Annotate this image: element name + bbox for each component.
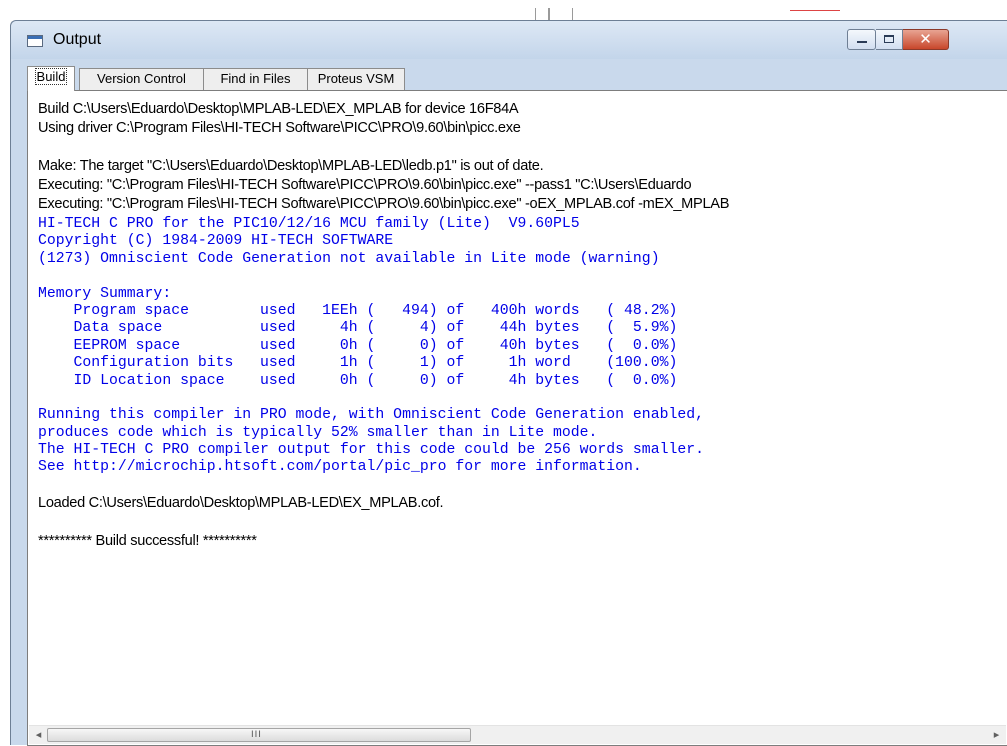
log-line: Running this compiler in PRO mode, with … [38,407,704,424]
build-output-pane[interactable]: Build C:\Users\Eduardo\Desktop\MPLAB-LED… [27,90,1007,746]
log-line: Make: The target "C:\Users\Eduardo\Deskt… [38,158,544,174]
log-line: The HI-TECH C PRO compiler output for th… [38,442,704,459]
scrollbar-thumb[interactable]: III [47,728,471,742]
background-divider [548,8,550,20]
title-bar[interactable]: Output ✕ [11,21,1007,59]
minimize-button[interactable] [847,29,876,50]
log-line: Memory Summary: [38,285,172,302]
background-divider [535,8,536,20]
output-window: Output ✕ Build Version Control Find in F… [10,20,1007,746]
log-line: HI-TECH C PRO for the PIC10/12/16 MCU fa… [38,216,580,232]
grip-icon: III [251,730,262,740]
close-button[interactable]: ✕ [903,29,949,50]
log-line: Using driver C:\Program Files\HI-TECH So… [38,120,521,136]
maximize-button[interactable] [876,29,903,50]
tab-version-control[interactable]: Version Control [79,68,204,90]
log-line: Copyright (C) 1984-2009 HI-TECH SOFTWARE [38,233,394,250]
background-divider [572,8,573,20]
close-icon: ✕ [919,30,932,48]
minimize-icon [857,41,867,43]
log-line: ********** Build successful! ********** [38,532,257,549]
tab-proteus-vsm[interactable]: Proteus VSM [307,68,405,90]
log-line: Program space used 1EEh ( 494) of 400h w… [38,302,678,319]
scroll-left-arrow-icon[interactable]: ◂ [31,728,46,742]
log-line: Loaded C:\Users\Eduardo\Desktop\MPLAB-LE… [38,494,444,511]
background-accent [790,10,840,11]
log-line: Data space used 4h ( 4) of 44h bytes ( 5… [38,320,678,337]
maximize-icon [884,35,894,43]
log-line: Executing: "C:\Program Files\HI-TECH Sof… [38,177,692,193]
output-window-icon [27,35,43,47]
window-title: Output [53,31,102,48]
log-line: Build C:\Users\Eduardo\Desktop\MPLAB-LED… [38,101,519,117]
log-line: Configuration bits used 1h ( 1) of 1h wo… [38,355,678,372]
background-app [0,0,1007,20]
log-line: See http://microchip.htsoft.com/portal/p… [38,459,642,476]
horizontal-scrollbar[interactable]: ◂ III ▸ [29,725,1006,744]
log-line: EEPROM space used 0h ( 0) of 40h bytes (… [38,337,678,354]
log-line: (1273) Omniscient Code Generation not av… [38,250,660,267]
log-line: produces code which is typically 52% sma… [38,424,598,441]
build-log[interactable]: Build C:\Users\Eduardo\Desktop\MPLAB-LED… [38,101,998,701]
scroll-right-arrow-icon[interactable]: ▸ [989,728,1004,742]
log-line: ID Location space used 0h ( 0) of 4h byt… [38,372,678,389]
tab-find-in-files[interactable]: Find in Files [203,68,308,90]
tab-build[interactable]: Build [27,66,75,91]
log-line: Executing: "C:\Program Files\HI-TECH Sof… [38,196,730,212]
